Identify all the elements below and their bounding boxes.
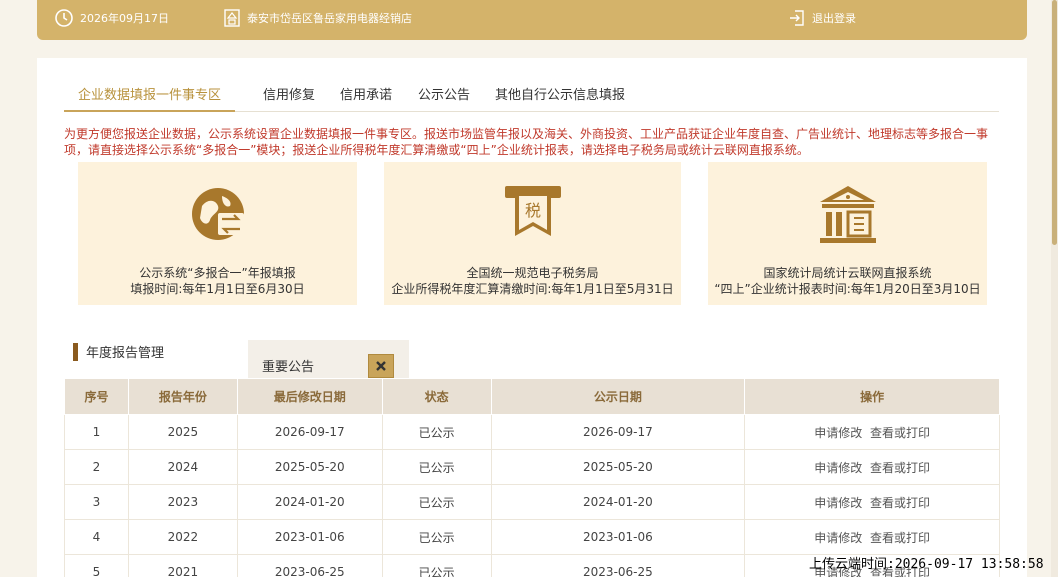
header-year: 报告年份 bbox=[127, 378, 238, 415]
header-no: 序号 bbox=[64, 378, 129, 415]
card-title: 公示系统“多报合一”年报填报 bbox=[139, 266, 296, 280]
cell-year: 2024 bbox=[127, 449, 238, 485]
clock-icon bbox=[55, 9, 73, 27]
cell-no: 5 bbox=[64, 554, 129, 577]
cell-published: 2023-06-25 bbox=[490, 554, 746, 577]
cell-status: 已公示 bbox=[381, 554, 492, 577]
logout-button[interactable]: 退出登录 bbox=[788, 0, 856, 36]
cell-year: 2021 bbox=[127, 554, 238, 577]
table-header-row: 序号 报告年份 最后修改日期 状态 公示日期 操作 bbox=[64, 378, 1000, 415]
cell-no: 2 bbox=[64, 449, 129, 485]
cell-year: 2022 bbox=[127, 519, 238, 555]
date-text: 2026年09月17日 bbox=[80, 12, 169, 25]
tax-icon: 税 bbox=[504, 186, 561, 236]
header-published: 公示日期 bbox=[490, 378, 746, 415]
header-actions: 操作 bbox=[744, 378, 1000, 415]
cell-year: 2023 bbox=[127, 484, 238, 520]
apply-edit-link[interactable]: 申请修改 bbox=[814, 496, 862, 510]
cell-modified: 2023-01-06 bbox=[236, 519, 383, 555]
section-title: 年度报告管理 bbox=[86, 346, 165, 361]
apply-edit-link[interactable]: 申请修改 bbox=[814, 426, 862, 440]
company-display: 泰安市岱岳区鲁岳家用电器经销店 bbox=[223, 0, 412, 36]
page-scrollbar[interactable] bbox=[1051, 0, 1058, 577]
card-title: 全国统一规范电子税务局 bbox=[466, 266, 599, 280]
notice-text: 为更方便您报送企业数据，公示系统设置企业数据填报一件事专区。报送市场监管年报以及… bbox=[64, 127, 989, 157]
cell-published: 2023-01-06 bbox=[490, 519, 746, 555]
section-header: 年度报告管理 bbox=[73, 342, 164, 361]
view-print-link[interactable]: 查看或打印 bbox=[870, 531, 930, 545]
card-period: “四上”企业统计报表时间:每年1月20日至3月10日 bbox=[714, 282, 981, 296]
cell-published: 2025-05-20 bbox=[490, 449, 746, 485]
apply-edit-link[interactable]: 申请修改 bbox=[814, 531, 862, 545]
tab-announcements[interactable]: 公示公告 bbox=[418, 84, 470, 103]
main-panel: 企业数据填报一件事专区 信用修复 信用承诺 公示公告 其他自行公示信息填报 为更… bbox=[37, 58, 1027, 577]
annual-report-table: 序号 报告年份 最后修改日期 状态 公示日期 操作 1 2025 2026-09… bbox=[64, 378, 1000, 577]
popup-title: 重要公告 bbox=[262, 360, 315, 375]
card-statistics[interactable]: 国家统计局统计云联网直报系统 “四上”企业统计报表时间:每年1月20日至3月10… bbox=[708, 162, 987, 305]
logout-label: 退出登录 bbox=[812, 12, 856, 25]
cell-published: 2024-01-20 bbox=[490, 484, 746, 520]
cell-no: 4 bbox=[64, 519, 129, 555]
cell-published: 2026-09-17 bbox=[490, 414, 746, 450]
announcement-popup: 重要公告 bbox=[248, 340, 409, 380]
tab-data-filing[interactable]: 企业数据填报一件事专区 bbox=[63, 84, 236, 112]
table-row: 1 2025 2026-09-17 已公示 2026-09-17 申请修改 查看… bbox=[64, 414, 1000, 450]
cell-actions: 申请修改 查看或打印 bbox=[744, 484, 1000, 520]
tab-bar: 企业数据填报一件事专区 信用修复 信用承诺 公示公告 其他自行公示信息填报 bbox=[63, 76, 999, 112]
company-name: 泰安市岱岳区鲁岳家用电器经销店 bbox=[247, 12, 412, 25]
section-marker bbox=[73, 342, 78, 361]
apply-edit-link[interactable]: 申请修改 bbox=[814, 461, 862, 475]
upload-time-overlay: 上传云端时间:2026-09-17 13:58:58 bbox=[809, 557, 1044, 572]
cell-status: 已公示 bbox=[381, 519, 492, 555]
top-bar: 2026年09月17日 泰安市岱岳区鲁岳家用电器经销店 退出登录 bbox=[37, 0, 1027, 40]
header-status: 状态 bbox=[381, 378, 492, 415]
cell-modified: 2024-01-20 bbox=[236, 484, 383, 520]
card-period: 填报时间:每年1月1日至6月30日 bbox=[130, 282, 305, 296]
cell-no: 1 bbox=[64, 414, 129, 450]
close-icon bbox=[376, 361, 386, 371]
table-row: 4 2022 2023-01-06 已公示 2023-01-06 申请修改 查看… bbox=[64, 519, 1000, 555]
tab-credit-repair[interactable]: 信用修复 bbox=[263, 84, 315, 103]
cell-status: 已公示 bbox=[381, 414, 492, 450]
card-title: 国家统计局统计云联网直报系统 bbox=[763, 266, 932, 280]
view-print-link[interactable]: 查看或打印 bbox=[870, 426, 930, 440]
cell-actions: 申请修改 查看或打印 bbox=[744, 519, 1000, 555]
cell-modified: 2026-09-17 bbox=[236, 414, 383, 450]
cell-status: 已公示 bbox=[381, 484, 492, 520]
card-period: 企业所得税年度汇算清缴时间:每年1月1日至5月31日 bbox=[391, 282, 674, 296]
logout-icon bbox=[790, 10, 804, 26]
cell-actions: 申请修改 查看或打印 bbox=[744, 449, 1000, 485]
tab-other-disclosure[interactable]: 其他自行公示信息填报 bbox=[495, 84, 625, 103]
tab-credit-commitment[interactable]: 信用承诺 bbox=[340, 84, 392, 103]
cell-modified: 2025-05-20 bbox=[236, 449, 383, 485]
svg-text:税: 税 bbox=[524, 201, 540, 220]
popup-close-button[interactable] bbox=[368, 354, 394, 378]
cell-actions: 申请修改 查看或打印 bbox=[744, 414, 1000, 450]
cell-status: 已公示 bbox=[381, 449, 492, 485]
view-print-link[interactable]: 查看或打印 bbox=[870, 496, 930, 510]
table-row: 3 2023 2024-01-20 已公示 2024-01-20 申请修改 查看… bbox=[64, 484, 1000, 520]
header-modified: 最后修改日期 bbox=[236, 378, 383, 415]
cell-no: 3 bbox=[64, 484, 129, 520]
table-row: 2 2024 2025-05-20 已公示 2025-05-20 申请修改 查看… bbox=[64, 449, 1000, 485]
view-print-link[interactable]: 查看或打印 bbox=[870, 461, 930, 475]
date-display: 2026年09月17日 bbox=[54, 0, 169, 36]
cell-year: 2025 bbox=[127, 414, 238, 450]
government-building-icon bbox=[819, 186, 876, 243]
card-multi-report[interactable]: 公示系统“多报合一”年报填报 填报时间:每年1月1日至6月30日 bbox=[78, 162, 357, 305]
card-tax-bureau[interactable]: 税 全国统一规范电子税务局 企业所得税年度汇算清缴时间:每年1月1日至5月31日 bbox=[384, 162, 681, 305]
globe-exchange-icon bbox=[191, 188, 244, 240]
scrollbar-thumb[interactable] bbox=[1052, 0, 1057, 245]
store-icon bbox=[224, 9, 240, 27]
cell-modified: 2023-06-25 bbox=[236, 554, 383, 577]
